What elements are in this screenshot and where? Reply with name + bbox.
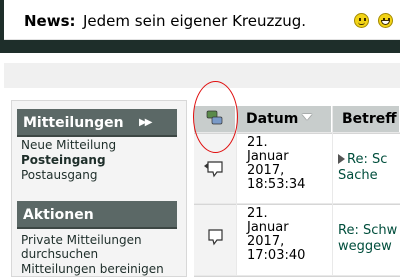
toolbar-strip bbox=[4, 63, 400, 88]
double-chevron-right-icon[interactable]: ▶▶ bbox=[139, 109, 152, 137]
date-day: 21. bbox=[247, 206, 268, 221]
section-title: Aktionen bbox=[23, 207, 94, 223]
column-label: Datum bbox=[246, 111, 299, 127]
column-label: Betreff bbox=[342, 111, 397, 127]
date-day: 21. bbox=[247, 135, 268, 150]
sidebar-item-prune-messages[interactable]: Mitteilungen bereinigen bbox=[21, 262, 164, 276]
column-header-datum[interactable]: Datum bbox=[237, 106, 332, 132]
date-year: 2017, bbox=[247, 163, 285, 178]
message-icon bbox=[208, 229, 223, 246]
news-label: News: bbox=[24, 12, 76, 30]
table-row-subject[interactable]: Re: Sc Sache bbox=[333, 133, 400, 203]
section-header-aktionen: Aktionen bbox=[17, 201, 177, 229]
date-time: 18:53:34 bbox=[247, 177, 306, 192]
date-year: 2017, bbox=[247, 234, 285, 249]
news-bar: News: Jedem sein eigener Kreuzzug. bbox=[4, 0, 400, 40]
table-row-subject[interactable]: Re: Schw weggew bbox=[333, 204, 400, 275]
spacer-strip bbox=[4, 53, 400, 63]
sidebar-item-neue-mitteilung[interactable]: Neue Mitteilung bbox=[21, 138, 116, 152]
row-status-cell bbox=[194, 204, 236, 275]
section-header-mitteilungen[interactable]: Mitteilungen ▶▶ bbox=[17, 109, 177, 137]
highlight-ellipse bbox=[193, 81, 238, 153]
sidebar-item-search-messages[interactable]: Private Mitteilungen durchsuchen bbox=[21, 233, 171, 261]
sidebar-item-posteingang[interactable]: Posteingang bbox=[21, 153, 106, 167]
date-month: Januar bbox=[247, 149, 289, 164]
table-row-date: 21. Januar 2017, 17:03:40 bbox=[237, 204, 332, 275]
expand-triangle-icon[interactable] bbox=[338, 154, 345, 164]
date-month: Januar bbox=[247, 220, 289, 235]
news-text: Jedem sein eigener Kreuzzug. bbox=[83, 12, 307, 30]
subject-link-cont[interactable]: Sache bbox=[338, 168, 387, 184]
date-time: 17:03:40 bbox=[247, 248, 306, 263]
sidebar: Mitteilungen ▶▶ Neue Mitteilung Posteing… bbox=[11, 100, 187, 277]
section-title: Mitteilungen bbox=[23, 115, 124, 131]
column-header-betreff[interactable]: Betreff bbox=[333, 106, 400, 132]
table-row-date: 21. Januar 2017, 18:53:34 bbox=[237, 133, 332, 203]
grin-icon bbox=[378, 13, 393, 28]
subject-link-cont[interactable]: weggew bbox=[338, 239, 397, 255]
smiley-icon bbox=[354, 13, 369, 28]
subject-link[interactable]: Re: Schw bbox=[338, 223, 397, 239]
subject-link[interactable]: Re: Sc bbox=[347, 152, 387, 167]
sidebar-item-postausgang[interactable]: Postausgang bbox=[21, 168, 98, 182]
sort-desc-icon[interactable] bbox=[302, 114, 313, 120]
